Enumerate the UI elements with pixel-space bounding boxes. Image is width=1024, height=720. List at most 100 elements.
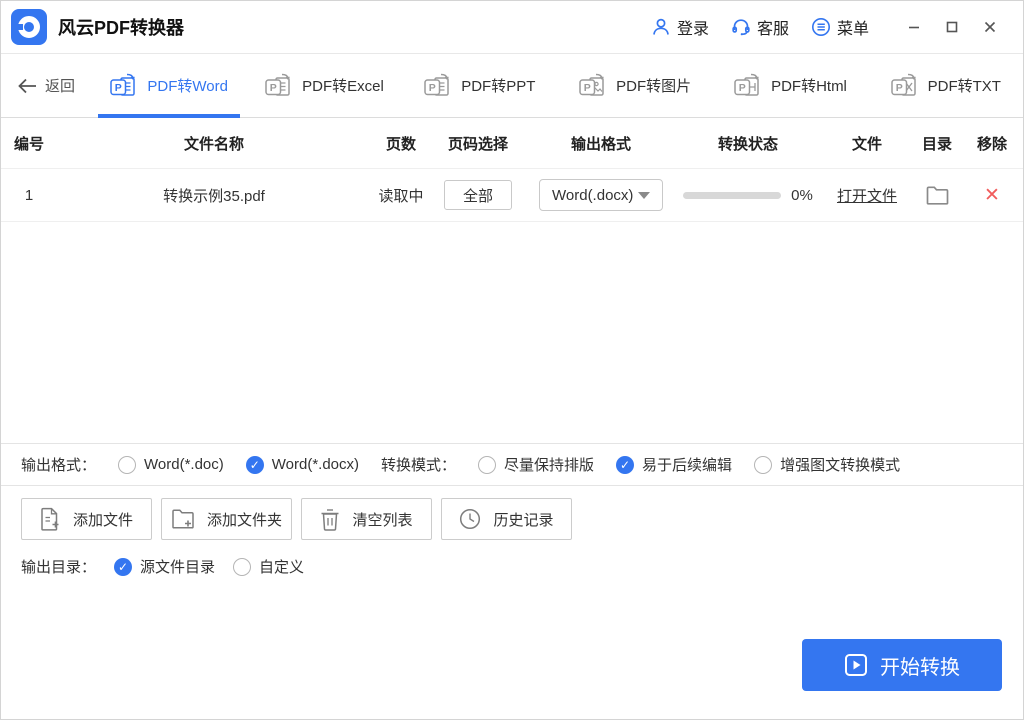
headset-icon [731,17,751,37]
conversion-options-bar: 输出格式： Word(*.doc) ✓ Word(*.docx) 转换模式： 尽… [1,443,1023,486]
col-header-pages: 页数 [371,133,431,154]
chevron-down-icon [638,192,650,199]
radio-unchecked-icon [754,456,772,474]
radio-keep-layout[interactable]: 尽量保持排版 [478,454,594,475]
login-button[interactable]: 登录 [651,15,709,39]
add-folder-label: 添加文件夹 [207,509,282,530]
svg-text:P: P [895,82,902,94]
tab-pdf-to-image[interactable]: P PDF转图片 [557,54,712,117]
tab-pdf-to-excel[interactable]: P PDF转Excel [246,54,401,117]
app-window: 风云PDF转换器 登录 客服 [0,0,1024,720]
pdf-to-word-icon: P [109,72,138,99]
add-folder-button[interactable]: 添加文件夹 [161,498,292,540]
radio-unchecked-icon [233,558,251,576]
start-conversion-label: 开始转换 [880,651,960,680]
radio-checked-icon: ✓ [114,558,132,576]
pdf-to-html-icon: P [733,72,762,99]
radio-label: 易于后续编辑 [642,454,732,475]
add-file-button[interactable]: 添加文件 [21,498,152,540]
radio-label: 尽量保持排版 [504,454,594,475]
row-pages-status: 读取中 [371,185,431,206]
back-arrow-icon [17,78,37,94]
radio-easy-edit[interactable]: ✓ 易于后续编辑 [616,454,732,475]
pdf-to-txt-icon: P [890,72,919,99]
app-logo-icon [11,9,47,45]
radio-custom-directory[interactable]: 自定义 [233,556,304,577]
back-label: 返回 [45,75,75,96]
svg-text:P: P [115,82,122,94]
table-row: 1 转换示例35.pdf 读取中 全部 Word(.docx) 0% 打开文件 [1,168,1023,222]
tab-pdf-to-html[interactable]: P PDF转Html [712,54,867,117]
col-header-output-format: 输出格式 [525,133,677,154]
start-conversion-button[interactable]: 开始转换 [802,639,1002,691]
maximize-button[interactable] [935,12,969,42]
svg-text:P: P [739,82,746,94]
radio-unchecked-icon [478,456,496,474]
table-header: 编号 文件名称 页数 页码选择 输出格式 转换状态 文件 目录 移除 [1,118,1023,168]
output-format-options-label: 输出格式： [21,454,96,475]
radio-word-docx[interactable]: ✓ Word(*.docx) [246,456,359,474]
open-directory-button[interactable] [915,186,959,205]
open-file-link[interactable]: 打开文件 [837,185,897,206]
radio-enhanced-mode[interactable]: 增强图文转换模式 [754,454,900,475]
convert-mode-label: 转换模式： [381,454,456,475]
col-header-directory: 目录 [915,133,959,154]
svg-text:P: P [429,82,436,94]
radio-unchecked-icon [118,456,136,474]
file-list-empty-area [1,222,1023,443]
folder-icon [926,186,949,205]
back-button[interactable]: 返回 [1,54,91,117]
progress-bar [683,192,781,199]
tab-label: PDF转图片 [616,75,691,96]
login-label: 登录 [677,15,709,39]
row-index: 1 [1,187,57,204]
customer-service-button[interactable]: 客服 [731,15,789,39]
col-header-remove: 移除 [959,133,1024,154]
pdf-to-ppt-icon: P [423,72,452,99]
svg-text:P: P [584,82,591,94]
app-title: 风云PDF转换器 [58,14,184,40]
svg-text:P: P [270,82,277,94]
minimize-button[interactable] [897,12,931,42]
output-format-radio-group: Word(*.doc) ✓ Word(*.docx) [118,456,359,474]
tab-pdf-to-txt[interactable]: P PDF转TXT [868,54,1023,117]
col-header-file: 文件 [819,133,915,154]
remove-row-button[interactable]: ✕ [959,186,1024,205]
radio-checked-icon: ✓ [616,456,634,474]
menu-button[interactable]: 菜单 [811,15,869,39]
add-file-label: 添加文件 [73,509,133,530]
history-button[interactable]: 历史记录 [441,498,572,540]
tab-label: PDF转Word [147,75,228,96]
user-icon [651,17,671,37]
tab-label: PDF转Html [771,75,847,96]
close-button[interactable] [973,12,1007,42]
tab-pdf-to-ppt[interactable]: P PDF转PPT [402,54,557,117]
radio-checked-icon: ✓ [246,456,264,474]
progress-percent: 0% [791,187,813,204]
radio-word-doc[interactable]: Word(*.doc) [118,456,224,474]
radio-label: Word(*.docx) [272,456,359,473]
tab-pdf-to-word[interactable]: P PDF转Word [91,54,246,117]
window-controls [897,12,1007,42]
radio-label: 源文件目录 [140,556,215,577]
tab-label: PDF转PPT [461,75,535,96]
clear-list-button[interactable]: 清空列表 [301,498,432,540]
bottom-toolbar-area: 添加文件 添加文件夹 [1,486,1023,719]
output-directory-bar: 输出目录： ✓ 源文件目录 自定义 [21,556,1003,577]
col-header-page-select: 页码选择 [431,133,525,154]
clock-icon [459,508,481,530]
add-folder-icon [171,508,195,530]
output-format-dropdown[interactable]: Word(.docx) [539,179,663,211]
customer-service-label: 客服 [757,15,789,39]
trash-icon [320,508,340,531]
col-header-filename: 文件名称 [57,133,371,154]
radio-label: 增强图文转换模式 [780,454,900,475]
tab-label: PDF转TXT [928,75,1001,96]
pdf-to-image-icon: P [578,72,607,99]
radio-label: 自定义 [259,556,304,577]
radio-source-directory[interactable]: ✓ 源文件目录 [114,556,215,577]
tab-bar: 返回 P PDF转Word P [1,54,1023,118]
output-format-value: Word(.docx) [552,187,633,204]
page-select-button[interactable]: 全部 [444,180,512,210]
history-label: 历史记录 [493,509,553,530]
